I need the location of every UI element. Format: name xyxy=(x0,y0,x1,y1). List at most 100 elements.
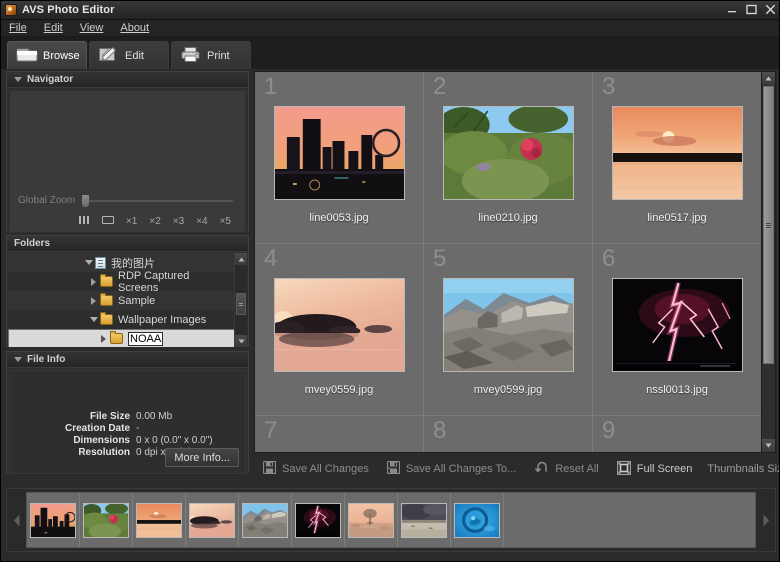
filmstrip-thumb-blue-underwater xyxy=(454,503,500,538)
tab-edit[interactable]: Edit xyxy=(89,41,169,69)
reset-all-button[interactable]: Reset All xyxy=(525,458,607,480)
save-all-changes-button[interactable]: Save All Changes xyxy=(254,458,378,480)
grid-three-icon[interactable] xyxy=(79,216,90,227)
folder-icon xyxy=(100,295,113,306)
thumbnail-cell[interactable]: 4 xyxy=(255,244,424,416)
navigator-title: Navigator xyxy=(27,74,73,85)
minimize-icon[interactable] xyxy=(726,3,738,16)
navigator-preview[interactable]: Global Zoom ×1 ×2 ×3 ×4 ×5 xyxy=(9,90,246,233)
thumbnail-image-lake-dawn[interactable] xyxy=(274,278,405,372)
thumbnail-image-lightning[interactable] xyxy=(612,278,743,372)
zoom-x5-button[interactable]: ×5 xyxy=(220,216,231,227)
navigator-panel: Navigator Global Zoom ×1 ×2 ×3 ×4 ×5 xyxy=(6,71,249,231)
filmstrip-item[interactable] xyxy=(239,493,292,547)
close-icon[interactable] xyxy=(764,3,776,16)
tree-item-label: RDP Captured Screens xyxy=(118,270,231,294)
left-sidebar: Navigator Global Zoom ×1 ×2 ×3 ×4 ×5 xyxy=(6,71,249,483)
zoom-button-row: ×1 ×2 ×3 ×4 ×5 xyxy=(10,216,245,227)
filmstrip-track[interactable] xyxy=(26,492,756,548)
file-info-header[interactable]: File Info xyxy=(7,352,248,368)
thumbnail-image-great-wall[interactable] xyxy=(443,278,574,372)
global-zoom-slider-thumb[interactable] xyxy=(82,195,89,207)
menu-view[interactable]: View xyxy=(80,21,113,35)
tree-item-rdp-captured-screens[interactable]: RDP Captured Screens xyxy=(8,272,247,291)
menu-about[interactable]: About xyxy=(120,21,158,35)
expand-arrow-right-icon[interactable] xyxy=(87,297,100,305)
thumbnail-grid: 1 xyxy=(255,72,762,453)
full-screen-button[interactable]: Full Screen xyxy=(608,458,702,480)
zoom-x3-button[interactable]: ×3 xyxy=(173,216,184,227)
dimensions-label: Dimensions xyxy=(10,435,136,446)
navigator-header[interactable]: Navigator xyxy=(7,72,248,88)
thumbnail-cell[interactable]: 8 xyxy=(424,416,593,453)
tab-browse[interactable]: Browse xyxy=(7,41,87,69)
collapse-triangle-icon[interactable] xyxy=(14,357,22,362)
thumbnail-cell[interactable]: 5 xyxy=(424,244,593,416)
filmstrip-item[interactable] xyxy=(80,493,133,547)
thumbnail-cell[interactable]: 1 xyxy=(255,72,424,244)
expand-arrow-down-icon[interactable] xyxy=(82,260,95,265)
thumbnail-cell[interactable]: 2 xyxy=(424,72,593,244)
filmstrip-item[interactable] xyxy=(451,493,504,547)
collapse-triangle-icon[interactable] xyxy=(14,77,22,82)
file-size-label: File Size xyxy=(10,411,136,422)
filmstrip-item[interactable] xyxy=(292,493,345,547)
thumbnail-cell[interactable]: 7 xyxy=(255,416,424,453)
expand-arrow-down-icon[interactable] xyxy=(87,317,100,322)
tree-item-label: 我的图片 xyxy=(111,255,155,271)
thumbnail-filename: mvey0559.jpg xyxy=(305,384,374,396)
avs-photo-editor-window: AVS Photo Editor File Edit View About xyxy=(0,0,780,562)
filmstrip-item[interactable] xyxy=(345,493,398,547)
thumbnail-cell[interactable]: 3 xyxy=(593,72,762,244)
tree-item-noaa[interactable]: NOAA xyxy=(8,329,247,347)
folder-tree-scrollbar[interactable] xyxy=(234,253,247,347)
folders-header[interactable]: Folders xyxy=(7,236,248,252)
expand-arrow-right-icon[interactable] xyxy=(87,278,100,286)
grid-vertical-scrollbar[interactable] xyxy=(761,72,775,452)
menu-file[interactable]: File xyxy=(9,21,36,35)
filmstrip-item[interactable] xyxy=(398,493,451,547)
folder-rename-input[interactable]: NOAA xyxy=(128,332,163,346)
global-zoom-row: Global Zoom xyxy=(10,195,245,206)
folder-tree-scroll-thumb[interactable] xyxy=(236,293,246,315)
tab-print[interactable]: Print xyxy=(171,41,251,69)
menu-edit[interactable]: Edit xyxy=(44,21,72,35)
thumbnail-image-flower-bush[interactable] xyxy=(443,106,574,200)
tree-item-wallpaper-images[interactable]: Wallpaper Images xyxy=(8,310,247,329)
grid-scroll-thumb[interactable] xyxy=(763,86,774,364)
filmstrip-thumb-lightning xyxy=(295,503,341,538)
save-icon xyxy=(263,461,276,477)
thumbnail-cell[interactable]: 6 xyxy=(593,244,762,416)
filmstrip-next-button[interactable] xyxy=(756,489,775,551)
zoom-x2-button[interactable]: ×2 xyxy=(149,216,160,227)
global-zoom-slider[interactable] xyxy=(82,200,233,202)
zoom-x1-button[interactable]: ×1 xyxy=(126,216,137,227)
tree-item-label: Wallpaper Images xyxy=(118,314,206,326)
filmstrip-item[interactable] xyxy=(186,493,239,547)
thumbnail-cell[interactable]: 9 xyxy=(593,416,762,453)
filmstrip-item[interactable] xyxy=(133,493,186,547)
more-info-button[interactable]: More Info... xyxy=(165,448,239,467)
thumbnail-index: 8 xyxy=(433,419,446,443)
maximize-icon[interactable] xyxy=(745,3,757,16)
menu-bar: File Edit View About xyxy=(1,20,780,37)
bottom-toolbar: Save All Changes Save All Changes To... xyxy=(254,456,776,482)
tree-item-sample[interactable]: Sample xyxy=(8,291,247,310)
single-rect-icon[interactable] xyxy=(102,216,114,227)
scroll-up-arrow-icon[interactable] xyxy=(235,253,247,265)
scroll-up-arrow-icon[interactable] xyxy=(762,72,775,85)
scroll-down-arrow-icon[interactable] xyxy=(235,335,247,347)
thumbnail-image-ocean-sunset[interactable] xyxy=(612,106,743,200)
thumbnail-index: 3 xyxy=(602,75,615,99)
scroll-down-arrow-icon[interactable] xyxy=(762,439,775,452)
filmstrip-prev-button[interactable] xyxy=(7,489,26,551)
window-title: AVS Photo Editor xyxy=(22,4,114,16)
file-info-title: File Info xyxy=(27,354,65,365)
zoom-x4-button[interactable]: ×4 xyxy=(196,216,207,227)
thumbnail-image-city-sunset[interactable] xyxy=(274,106,405,200)
filmstrip-item[interactable] xyxy=(27,493,80,547)
save-all-changes-to-button[interactable]: Save All Changes To... xyxy=(378,458,525,480)
file-info-body: File Size 0.00 Mb Creation Date - Dimens… xyxy=(9,370,246,474)
expand-arrow-right-icon[interactable] xyxy=(97,335,110,343)
mode-tab-bar: Browse Edit Prin xyxy=(1,37,780,69)
